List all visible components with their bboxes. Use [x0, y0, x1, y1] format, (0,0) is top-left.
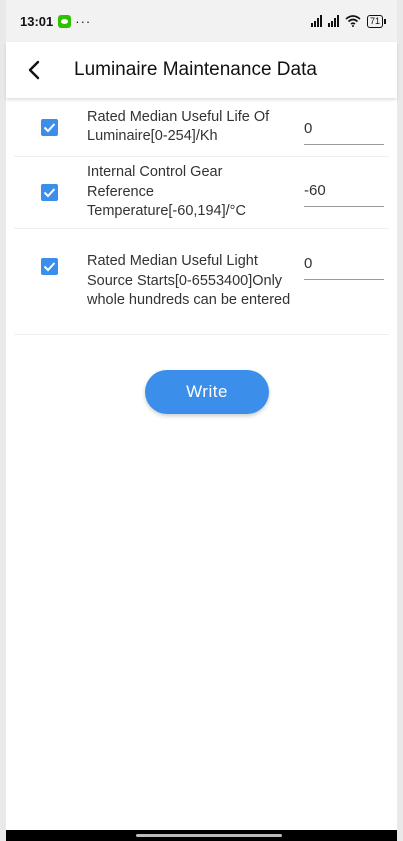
list-item: Rated Median Useful Light Source Starts[…: [14, 229, 389, 335]
home-indicator[interactable]: [136, 834, 282, 837]
row-label: Rated Median Useful Light Source Starts[…: [87, 253, 291, 309]
navigation-bar: [6, 830, 397, 841]
value-input[interactable]: [304, 182, 384, 207]
wechat-notification-icon: [58, 14, 72, 28]
row-checkbox[interactable]: [41, 184, 58, 201]
wifi-icon: [345, 15, 361, 27]
value-field: [304, 120, 384, 145]
value-field: [304, 182, 384, 207]
app-bar: Luminaire Maintenance Data: [6, 42, 397, 98]
value-field: [304, 255, 384, 280]
check-icon: [43, 262, 56, 272]
list-item: Internal Control Gear Reference Temperat…: [14, 157, 389, 229]
row-checkbox[interactable]: [41, 258, 58, 275]
back-button[interactable]: [14, 50, 54, 90]
parameter-list: Rated Median Useful Life Of Luminaire[0-…: [14, 98, 389, 335]
write-button[interactable]: Write: [145, 370, 269, 414]
status-time: 13:01: [20, 13, 54, 29]
check-icon: [43, 122, 56, 132]
row-label: Rated Median Useful Life Of Luminaire[0-…: [87, 108, 270, 145]
row-label: Internal Control Gear Reference Temperat…: [87, 164, 246, 220]
value-input[interactable]: [304, 120, 384, 145]
status-icons: 71: [310, 14, 387, 28]
more-notifications-indicator: ···: [75, 13, 92, 29]
chevron-left-icon: [28, 60, 40, 80]
value-input[interactable]: [304, 255, 384, 280]
battery-icon: 71: [366, 14, 387, 28]
page-title: Luminaire Maintenance Data: [74, 59, 317, 80]
row-checkbox[interactable]: [41, 118, 58, 136]
signal-icon-2: [327, 15, 339, 27]
list-item: Rated Median Useful Life Of Luminaire[0-…: [14, 98, 389, 157]
status-bar: 13:01 ··· 71: [6, 0, 397, 42]
signal-icon-1: [310, 15, 322, 27]
check-icon: [43, 188, 56, 198]
